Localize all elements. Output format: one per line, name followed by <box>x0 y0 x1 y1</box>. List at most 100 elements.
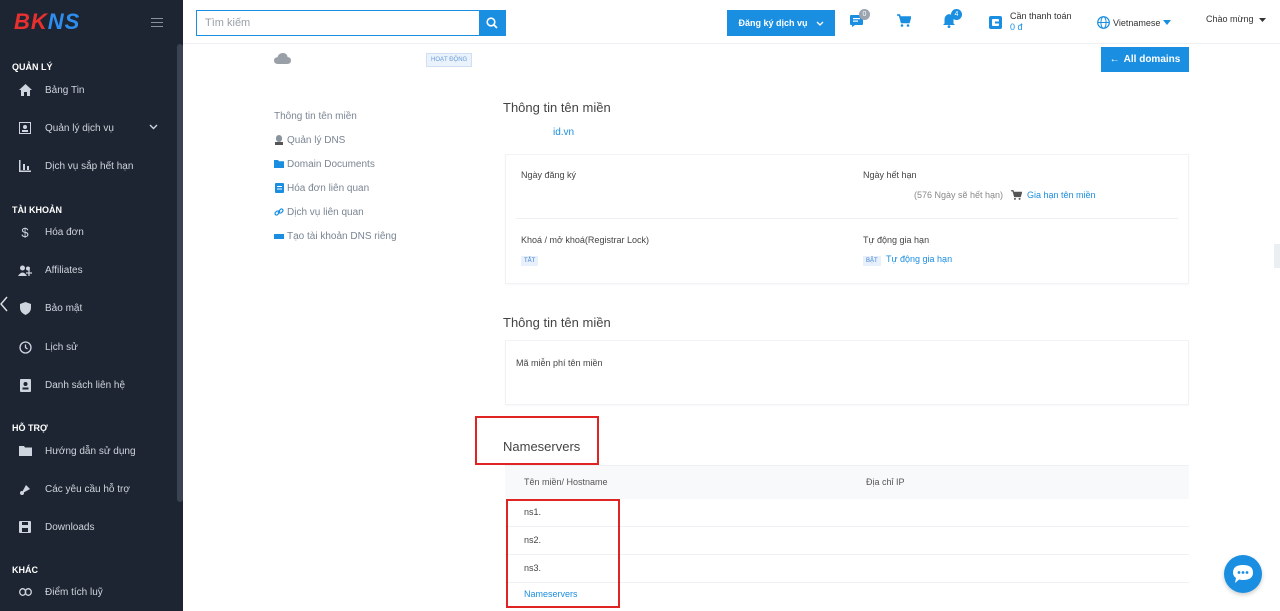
sidebar-item-diem-tich-luy[interactable]: Điểm tích luỹ <box>0 577 176 607</box>
folder-icon <box>274 159 284 169</box>
sidebar-item-label: Affiliates <box>45 264 83 276</box>
chevron-down-icon[interactable] <box>149 122 158 133</box>
menu-item-label: Dịch vụ liên quan <box>287 206 364 218</box>
sidebar-item-huong-dan[interactable]: Hướng dẫn sử dụng <box>0 436 176 466</box>
sidebar-item-label: Quản lý dịch vụ <box>45 122 114 134</box>
cart-button[interactable] <box>897 14 912 30</box>
payment-label: Cần thanh toán <box>1010 11 1072 21</box>
hamburger-icon[interactable] <box>151 17 163 27</box>
menu-item-domain-documents[interactable]: Domain Documents <box>274 152 397 176</box>
caret-down-icon <box>1163 20 1172 25</box>
chat-button[interactable] <box>1224 555 1262 593</box>
page-scroll-handle[interactable] <box>1274 244 1280 268</box>
auto-renew-status: BẬT <box>863 256 881 266</box>
sidebar-item-affiliates[interactable]: Affiliates <box>0 255 176 285</box>
expiry-date-label: Ngày hết hạn <box>863 170 917 180</box>
section-ho-tro: HỖ TRỢ <box>12 423 48 433</box>
logo-text-right: NS <box>47 9 81 34</box>
sidebar-item-label: Hướng dẫn sử dụng <box>45 445 136 457</box>
section-title-domain-info-2: Thông tin tên miền <box>503 315 611 330</box>
all-domains-label: All domains <box>1123 54 1181 65</box>
sidebar-item-label: Downloads <box>45 521 95 533</box>
dns-icon <box>274 135 284 145</box>
sidebar-item-dich-vu-sap-het-han[interactable]: Dịch vụ sắp hết hạn <box>0 151 176 181</box>
auto-renew-link[interactable]: Tự động gia hạn <box>886 254 952 264</box>
chevron-left-icon[interactable] <box>0 296 8 315</box>
dns-account-icon <box>274 231 284 241</box>
user-menu[interactable]: Chào mừng <box>1206 14 1266 24</box>
dollar-icon: $ <box>21 224 29 240</box>
sidebar-header: BKNS <box>0 0 183 44</box>
menu-item-create-dns-account[interactable]: Tạo tài khoản DNS riêng <box>274 224 397 248</box>
greeting-label: Chào mừng <box>1206 14 1254 24</box>
domain-menu: Thông tin tên miền Quản lý DNS Domain Do… <box>274 104 397 248</box>
bar-chart-icon <box>18 159 32 173</box>
register-service-label: Đăng ký dịch vụ <box>738 18 808 28</box>
search-input[interactable] <box>197 11 479 35</box>
menu-item-related-services[interactable]: Dịch vụ liên quan <box>274 200 397 224</box>
history-icon <box>18 340 32 354</box>
link-icon <box>18 585 32 599</box>
support-icon <box>18 482 32 496</box>
payment-amount: 0 đ <box>1010 22 1023 32</box>
ticket-button[interactable]: 0 <box>850 9 870 30</box>
search-icon <box>486 17 498 29</box>
menu-item-invoices[interactable]: Hóa đơn liên quan <box>274 176 397 200</box>
shield-icon <box>18 301 32 315</box>
logo[interactable]: BKNS <box>14 9 80 35</box>
highlight-box-nameservers-title <box>475 416 599 465</box>
highlight-box-nameserver-rows <box>506 499 620 608</box>
caret-down-icon <box>1258 18 1266 22</box>
notification-button[interactable]: 4 <box>943 9 962 31</box>
invoice-icon <box>274 183 284 193</box>
col-hostname: Tên miền/ Hostname <box>524 477 608 487</box>
section-tai-khoan: TÀI KHOẢN <box>12 205 62 215</box>
sidebar-item-downloads[interactable]: Downloads <box>0 512 176 542</box>
search-bar <box>196 10 506 36</box>
reg-date-label: Ngày đăng ký <box>521 170 577 180</box>
payment-due[interactable]: Cần thanh toán 0 đ <box>989 11 1072 33</box>
renew-domain-label: Gia hạn tên miền <box>1027 190 1096 200</box>
language-label: Vietnamese <box>1113 17 1161 28</box>
cart-icon <box>897 14 912 27</box>
sidebar-item-label: Dịch vụ sắp hết hạn <box>45 160 134 172</box>
sidebar: BKNS QUẢN LÝ Bảng Tin Quản lý dịch vụ Dị… <box>0 0 183 611</box>
language-selector[interactable]: Vietnamese <box>1097 16 1172 29</box>
sidebar-item-bang-tin[interactable]: Bảng Tin <box>0 75 176 105</box>
register-service-button[interactable]: Đăng ký dịch vụ <box>727 10 835 36</box>
menu-item-label: Quản lý DNS <box>287 134 346 146</box>
sidebar-item-bao-mat[interactable]: Bảo mật <box>0 293 176 323</box>
sidebar-item-quan-ly-dich-vu[interactable]: Quản lý dịch vụ <box>0 113 176 143</box>
status-badge: HOẠT ĐỘNG <box>426 53 473 67</box>
free-code-label: Mã miễn phí tên miền <box>516 358 603 368</box>
sidebar-item-lich-su[interactable]: Lịch sử <box>0 332 176 362</box>
cart-icon <box>1011 190 1022 200</box>
section-quan-ly: QUẢN LÝ <box>12 62 53 72</box>
menu-item-domain-info[interactable]: Thông tin tên miền <box>274 104 397 128</box>
registrar-lock-status: TẮT <box>521 256 539 266</box>
notification-badge: 4 <box>951 9 962 20</box>
chevron-down-icon <box>816 21 823 26</box>
menu-item-label: Tạo tài khoản DNS riêng <box>287 230 397 242</box>
free-code-card: Mã miễn phí tên miền <box>505 340 1189 405</box>
all-domains-button[interactable]: ← All domains <box>1101 47 1189 72</box>
sidebar-item-hoa-don[interactable]: $ Hóa đơn <box>0 217 176 247</box>
folder-icon <box>18 444 32 458</box>
registrar-lock-label: Khoá / mở khoá(Registrar Lock) <box>521 235 649 245</box>
main-content: HOẠT ĐỘNG ← All domains Thông tin tên mi… <box>183 44 1280 611</box>
link-icon <box>274 207 284 217</box>
divider <box>516 218 1178 219</box>
sidebar-item-yeu-cau-ho-tro[interactable]: Các yêu cầu hỗ trợ <box>0 474 176 504</box>
download-icon <box>18 520 32 534</box>
col-ip-address: Địa chỉ IP <box>866 477 905 487</box>
renew-domain-link[interactable]: Gia hạn tên miền <box>1011 190 1096 200</box>
expiry-remaining: (576 Ngày sẽ hết hạn) <box>914 190 1004 200</box>
sidebar-item-label: Danh sách liên hệ <box>45 379 126 391</box>
domain-name[interactable]: id.vn <box>553 127 574 138</box>
globe-icon <box>1097 16 1110 29</box>
search-button[interactable] <box>479 11 505 35</box>
sidebar-item-label: Bảng Tin <box>45 84 85 96</box>
menu-item-label: Thông tin tên miền <box>274 110 357 122</box>
sidebar-item-danh-sach-lien-he[interactable]: Danh sách liên hệ <box>0 370 176 400</box>
menu-item-dns[interactable]: Quản lý DNS <box>274 128 397 152</box>
